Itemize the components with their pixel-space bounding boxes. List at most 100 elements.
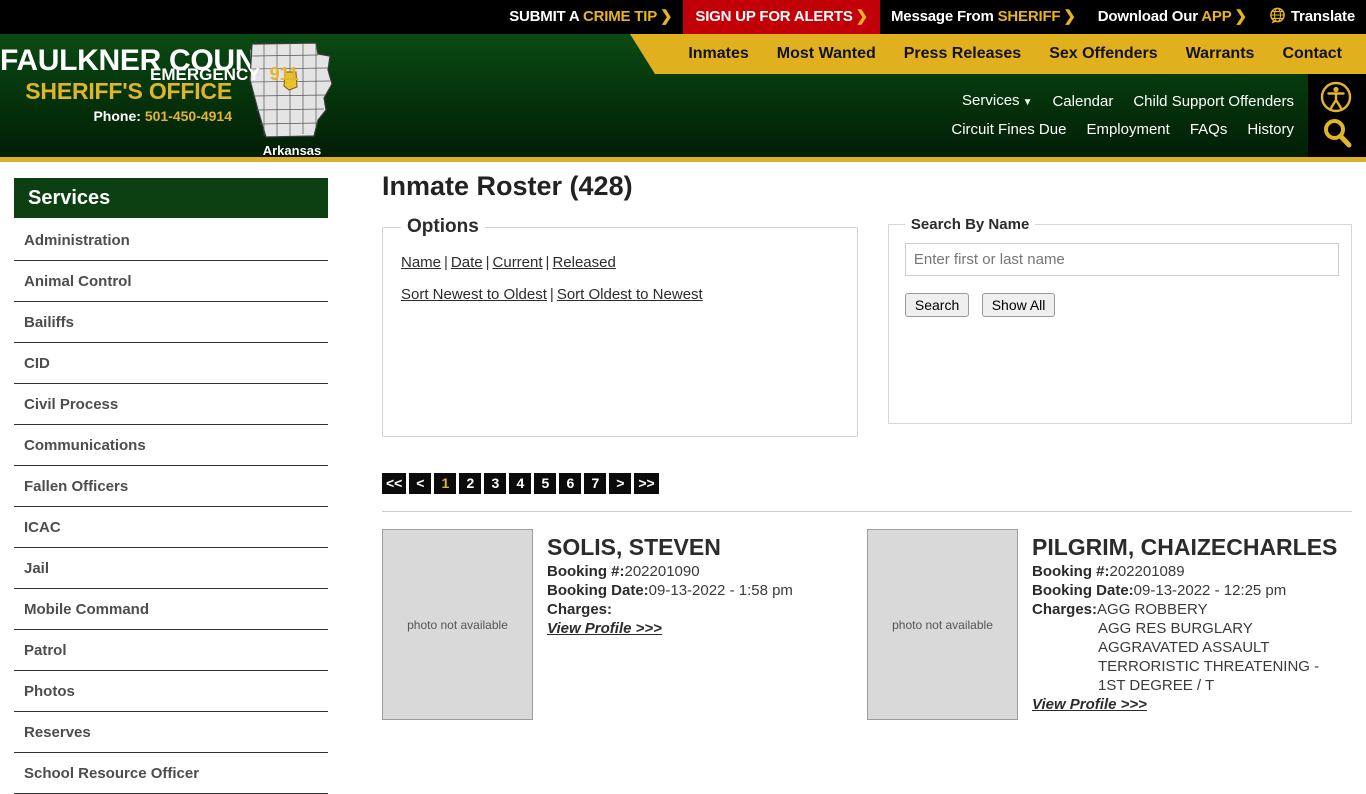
topbar-label-highlight: SHERIFF	[997, 8, 1061, 25]
topbar-translate[interactable]: Translate	[1258, 0, 1366, 34]
subnav-item-child-support-offenders[interactable]: Child Support Offenders	[1123, 88, 1304, 116]
search-button[interactable]: Search	[904, 293, 970, 317]
topbar-submit-crime-tip[interactable]: SUBMIT A CRIME TIP ❯	[498, 0, 683, 34]
nav-item-most-wanted[interactable]: Most Wanted	[763, 34, 890, 74]
topbar-label: SUBMIT A	[509, 8, 583, 25]
sidebar-item-administration[interactable]: Administration	[14, 218, 328, 261]
sidebar-item-school-resource-officer[interactable]: School Resource Officer	[14, 753, 328, 794]
search-legend: Search By Name	[910, 216, 1030, 233]
arkansas-map-svg	[249, 42, 333, 138]
nav-item-sex-offenders[interactable]: Sex Offenders	[1035, 34, 1171, 74]
topbar-label: Translate	[1290, 8, 1355, 25]
sidebar-item-mobile-command[interactable]: Mobile Command	[14, 589, 328, 630]
inmate-name: SOLIS, STEVEN	[547, 534, 721, 560]
search-icon-svg	[1324, 119, 1352, 148]
brand-block: FAULKNER COUNTY SHERIFF'S OFFICE Phone: …	[0, 44, 294, 127]
subnav-item-employment[interactable]: Employment	[1076, 116, 1179, 144]
sidebar-item-communications[interactable]: Communications	[14, 425, 328, 466]
nav-item-contact[interactable]: Contact	[1268, 34, 1356, 74]
pagination-item-6[interactable]: 6	[559, 473, 582, 494]
topbar-sign-up-alerts[interactable]: SIGN UP FOR ALERTS ❯	[683, 0, 881, 34]
sidebar-item-bailiffs[interactable]: Bailiffs	[14, 302, 328, 343]
sidebar-item-patrol[interactable]: Patrol	[14, 630, 328, 671]
nav-item-press-releases[interactable]: Press Releases	[890, 34, 1035, 74]
accessibility-icon-svg	[1320, 81, 1352, 113]
pagination-item-2[interactable]: 2	[459, 473, 482, 494]
options-sort-links-row-2: Sort Newest to Oldest | Sort Oldest to New…	[401, 281, 845, 308]
charge-item: AGGRAVATED ASSAULT	[1098, 639, 1270, 656]
booking-date-label: Booking Date:	[1032, 582, 1134, 599]
inmate-name: PILGRIM, CHAIZECHARLES	[1032, 534, 1338, 560]
nav-item-warrants[interactable]: Warrants	[1172, 34, 1269, 74]
sidebar-item-civil-process[interactable]: Civil Process	[14, 384, 328, 425]
pagination-item-7[interactable]: 7	[584, 473, 607, 494]
inmate-record: photo not available SOLIS, STEVEN Booking …	[382, 529, 867, 720]
accessibility-icon[interactable]	[1319, 80, 1353, 114]
option-link-sort-oldest-to-newest[interactable]: Sort Oldest to Newest	[557, 286, 703, 303]
nav-item-inmates[interactable]: Inmates	[674, 34, 762, 74]
pagination-item-1[interactable]: 1	[434, 473, 457, 494]
topbar-label: Download Our	[1097, 8, 1202, 25]
booking-number-value: 202201089	[1109, 563, 1185, 580]
divider	[382, 511, 1352, 512]
pagination-item-4[interactable]: 4	[509, 473, 532, 494]
emergency-number: 911	[269, 64, 299, 84]
sidebar-item-animal-control[interactable]: Animal Control	[14, 261, 328, 302]
topbar-label: SIGN UP FOR ALERTS	[695, 8, 853, 25]
pagination-item-5[interactable]: 5	[534, 473, 557, 494]
phone-number[interactable]: 501-450-4914	[145, 108, 232, 124]
chevron-down-icon: ▼	[1022, 97, 1033, 108]
view-profile-link[interactable]: View Profile >>>	[547, 620, 662, 637]
charge-item: 1ST DEGREE / T	[1098, 677, 1215, 694]
pagination-item-prev[interactable]: <	[409, 473, 432, 494]
booking-number-label: Booking #:	[1032, 563, 1110, 580]
booking-date: Booking Date:09-13-2022 - 12:25 pm	[1032, 581, 1348, 600]
topbar-label-highlight: APP	[1201, 8, 1232, 25]
sidebar-item-cid[interactable]: CID	[14, 343, 328, 384]
charge-item: TERRORISTIC THREATENING -	[1098, 658, 1320, 675]
search-input[interactable]	[904, 243, 1339, 276]
options-separator: |	[545, 254, 550, 271]
inmate-roster-list: photo not available SOLIS, STEVEN Booking …	[382, 529, 1352, 720]
pagination-item-3[interactable]: 3	[484, 473, 507, 494]
topbar-label: Message From	[891, 8, 998, 25]
emergency-label: EMERGENCY	[150, 65, 260, 84]
main-content: Inmate Roster (428) Options Name | Date | Cu…	[382, 170, 1352, 720]
option-link-sort-newest-to-oldest[interactable]: Sort Newest to Oldest	[401, 286, 547, 303]
subnav-item-calendar[interactable]: Calendar	[1042, 88, 1123, 116]
arkansas-map-icon: Arkansas	[244, 40, 340, 157]
show-all-button[interactable]: Show All	[981, 293, 1056, 317]
booking-date-value: 09-13-2022 - 1:58 pm	[648, 582, 793, 599]
options-sort-links-row-1: Name | Date | Current | Released	[401, 249, 845, 276]
subnav-item-services[interactable]: Services ▼	[952, 87, 1042, 117]
options-panel: Options Name | Date | Current | Released Sort …	[382, 216, 858, 437]
option-link-date[interactable]: Date	[451, 254, 483, 271]
sidebar-item-photos[interactable]: Photos	[14, 671, 328, 712]
pagination-item-prevprev[interactable]: <<	[382, 473, 407, 494]
pagination-item-nextnext[interactable]: >>	[634, 473, 659, 494]
chevron-right-icon: ❯	[855, 8, 869, 25]
filter-panels: Options Name | Date | Current | Released Sort …	[382, 216, 1352, 437]
subnav-item-history[interactable]: History	[1237, 116, 1304, 144]
topbar-download-app[interactable]: Download Our APP ❯	[1087, 0, 1258, 34]
topbar-message-from-sheriff[interactable]: Message From SHERIFF ❯	[880, 0, 1087, 34]
inmate-photo-placeholder: photo not available	[382, 529, 533, 720]
search-icon[interactable]	[1320, 116, 1354, 150]
view-profile-link[interactable]: View Profile >>>	[1032, 696, 1147, 713]
sidebar-item-jail[interactable]: Jail	[14, 548, 328, 589]
options-separator: |	[485, 254, 490, 271]
option-link-current[interactable]: Current	[493, 254, 543, 271]
sidebar-item-icac[interactable]: ICAC	[14, 507, 328, 548]
phone-label: Phone:	[93, 108, 141, 124]
booking-date-label: Booking Date:	[547, 582, 649, 599]
subnav-item-faqs[interactable]: FAQs	[1180, 116, 1238, 144]
sidebar-item-reserves[interactable]: Reserves	[14, 712, 328, 753]
sidebar-item-fallen-officers[interactable]: Fallen Officers	[14, 466, 328, 507]
inmate-record: photo not available PILGRIM, CHAIZECHARLE…	[867, 529, 1352, 720]
globe-icon	[1269, 3, 1286, 37]
subnav-item-circuit-fines-due[interactable]: Circuit Fines Due	[941, 116, 1076, 144]
option-link-released[interactable]: Released	[552, 254, 615, 271]
booking-date-value: 09-13-2022 - 12:25 pm	[1133, 582, 1287, 599]
option-link-name[interactable]: Name	[401, 254, 441, 271]
pagination-item-next[interactable]: >	[609, 473, 632, 494]
